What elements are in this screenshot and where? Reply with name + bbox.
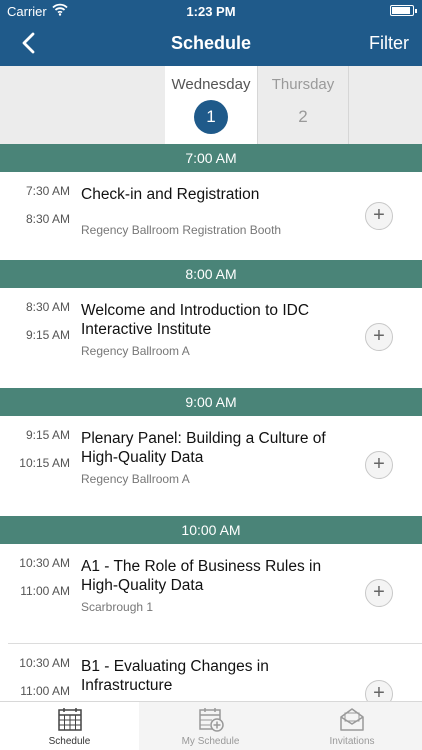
session-item[interactable]: 10:30 AM 11:00 AM A1 - The Role of Busin… <box>0 544 422 643</box>
calendar-icon <box>57 708 82 731</box>
page-title: Schedule <box>170 33 252 53</box>
day-tab-wednesday[interactable]: Wednesday 1 <box>165 66 257 144</box>
session-item[interactable]: 10:30 AM 11:00 AM B1 - Evaluating Change… <box>0 644 422 701</box>
day-tab-thursday[interactable]: Thursday 2 <box>258 66 348 144</box>
tab-label: Schedule <box>48 736 91 747</box>
session-end-time: 8:30 AM <box>25 212 70 226</box>
session-title: B1 - Evaluating Changes in Infrastructur… <box>81 658 269 694</box>
session-end-time: 11:00 AM <box>20 684 70 698</box>
session-location: Regency Ballroom A <box>81 344 190 358</box>
session-end-time: 10:15 AM <box>19 456 70 470</box>
section-header: 7:00 AM <box>0 144 422 172</box>
session-start-time: 10:30 AM <box>19 556 70 570</box>
day-number-badge: 1 <box>194 100 228 134</box>
add-to-my-schedule-button[interactable]: + <box>365 451 393 479</box>
session-start-time: 9:15 AM <box>25 428 70 442</box>
session-item[interactable]: 9:15 AM 10:15 AM Plenary Panel: Building… <box>0 416 422 516</box>
session-location: Regency Ballroom A <box>81 472 190 486</box>
day-name: Wednesday <box>171 76 251 93</box>
navigation-bar: Schedule Filter <box>0 22 422 66</box>
tab-label: Invitations <box>329 736 375 747</box>
session-location: Scarbrough 1 <box>81 600 154 614</box>
calendar-add-icon <box>198 708 224 732</box>
status-time: 1:23 PM <box>186 4 236 19</box>
session-item[interactable]: 7:30 AM 8:30 AM Check-in and Registratio… <box>0 172 422 260</box>
session-title: Welcome and Introduction to IDC Interact… <box>81 302 310 338</box>
add-to-my-schedule-button[interactable]: + <box>365 579 393 607</box>
day-divider <box>348 66 349 144</box>
envelope-icon <box>340 708 364 731</box>
day-selector: Wednesday 1 Thursday 2 <box>0 66 422 144</box>
status-bar: Carrier 1:23 PM <box>0 0 422 22</box>
session-location: Regency Ballroom Registration Booth <box>81 223 282 237</box>
section-header: 10:00 AM <box>0 516 422 544</box>
tab-bar: Schedule My Schedule Invitations <box>0 701 422 750</box>
session-title: A1 - The Role of Business Rules in High-… <box>81 558 322 594</box>
add-to-my-schedule-button[interactable]: + <box>365 202 393 230</box>
schedule-list[interactable]: 7:00 AM 7:30 AM 8:30 AM Check-in and Reg… <box>0 144 422 701</box>
add-to-my-schedule-button[interactable]: + <box>365 323 393 351</box>
tab-invitations[interactable]: Invitations <box>282 702 422 750</box>
day-number: 2 <box>298 107 308 126</box>
session-title: Check-in and Registration <box>81 186 260 203</box>
session-end-time: 9:15 AM <box>25 328 70 342</box>
battery-icon <box>390 5 417 16</box>
session-item[interactable]: 8:30 AM 9:15 AM Welcome and Introduction… <box>0 288 422 388</box>
session-start-time: 8:30 AM <box>25 300 70 314</box>
day-divider <box>257 66 258 144</box>
tab-my-schedule[interactable]: My Schedule <box>139 702 282 750</box>
add-to-my-schedule-button[interactable]: + <box>365 680 393 701</box>
session-title: Plenary Panel: Building a Culture of Hig… <box>81 430 326 466</box>
filter-button[interactable]: Filter <box>369 33 409 54</box>
tab-schedule[interactable]: Schedule <box>0 702 139 750</box>
session-start-time: 7:30 AM <box>25 184 70 198</box>
session-end-time: 11:00 AM <box>20 584 70 598</box>
section-header: 8:00 AM <box>0 260 422 288</box>
section-header: 9:00 AM <box>0 388 422 416</box>
tab-label: My Schedule <box>181 736 240 747</box>
day-name: Thursday <box>271 76 335 93</box>
session-start-time: 10:30 AM <box>19 656 70 670</box>
